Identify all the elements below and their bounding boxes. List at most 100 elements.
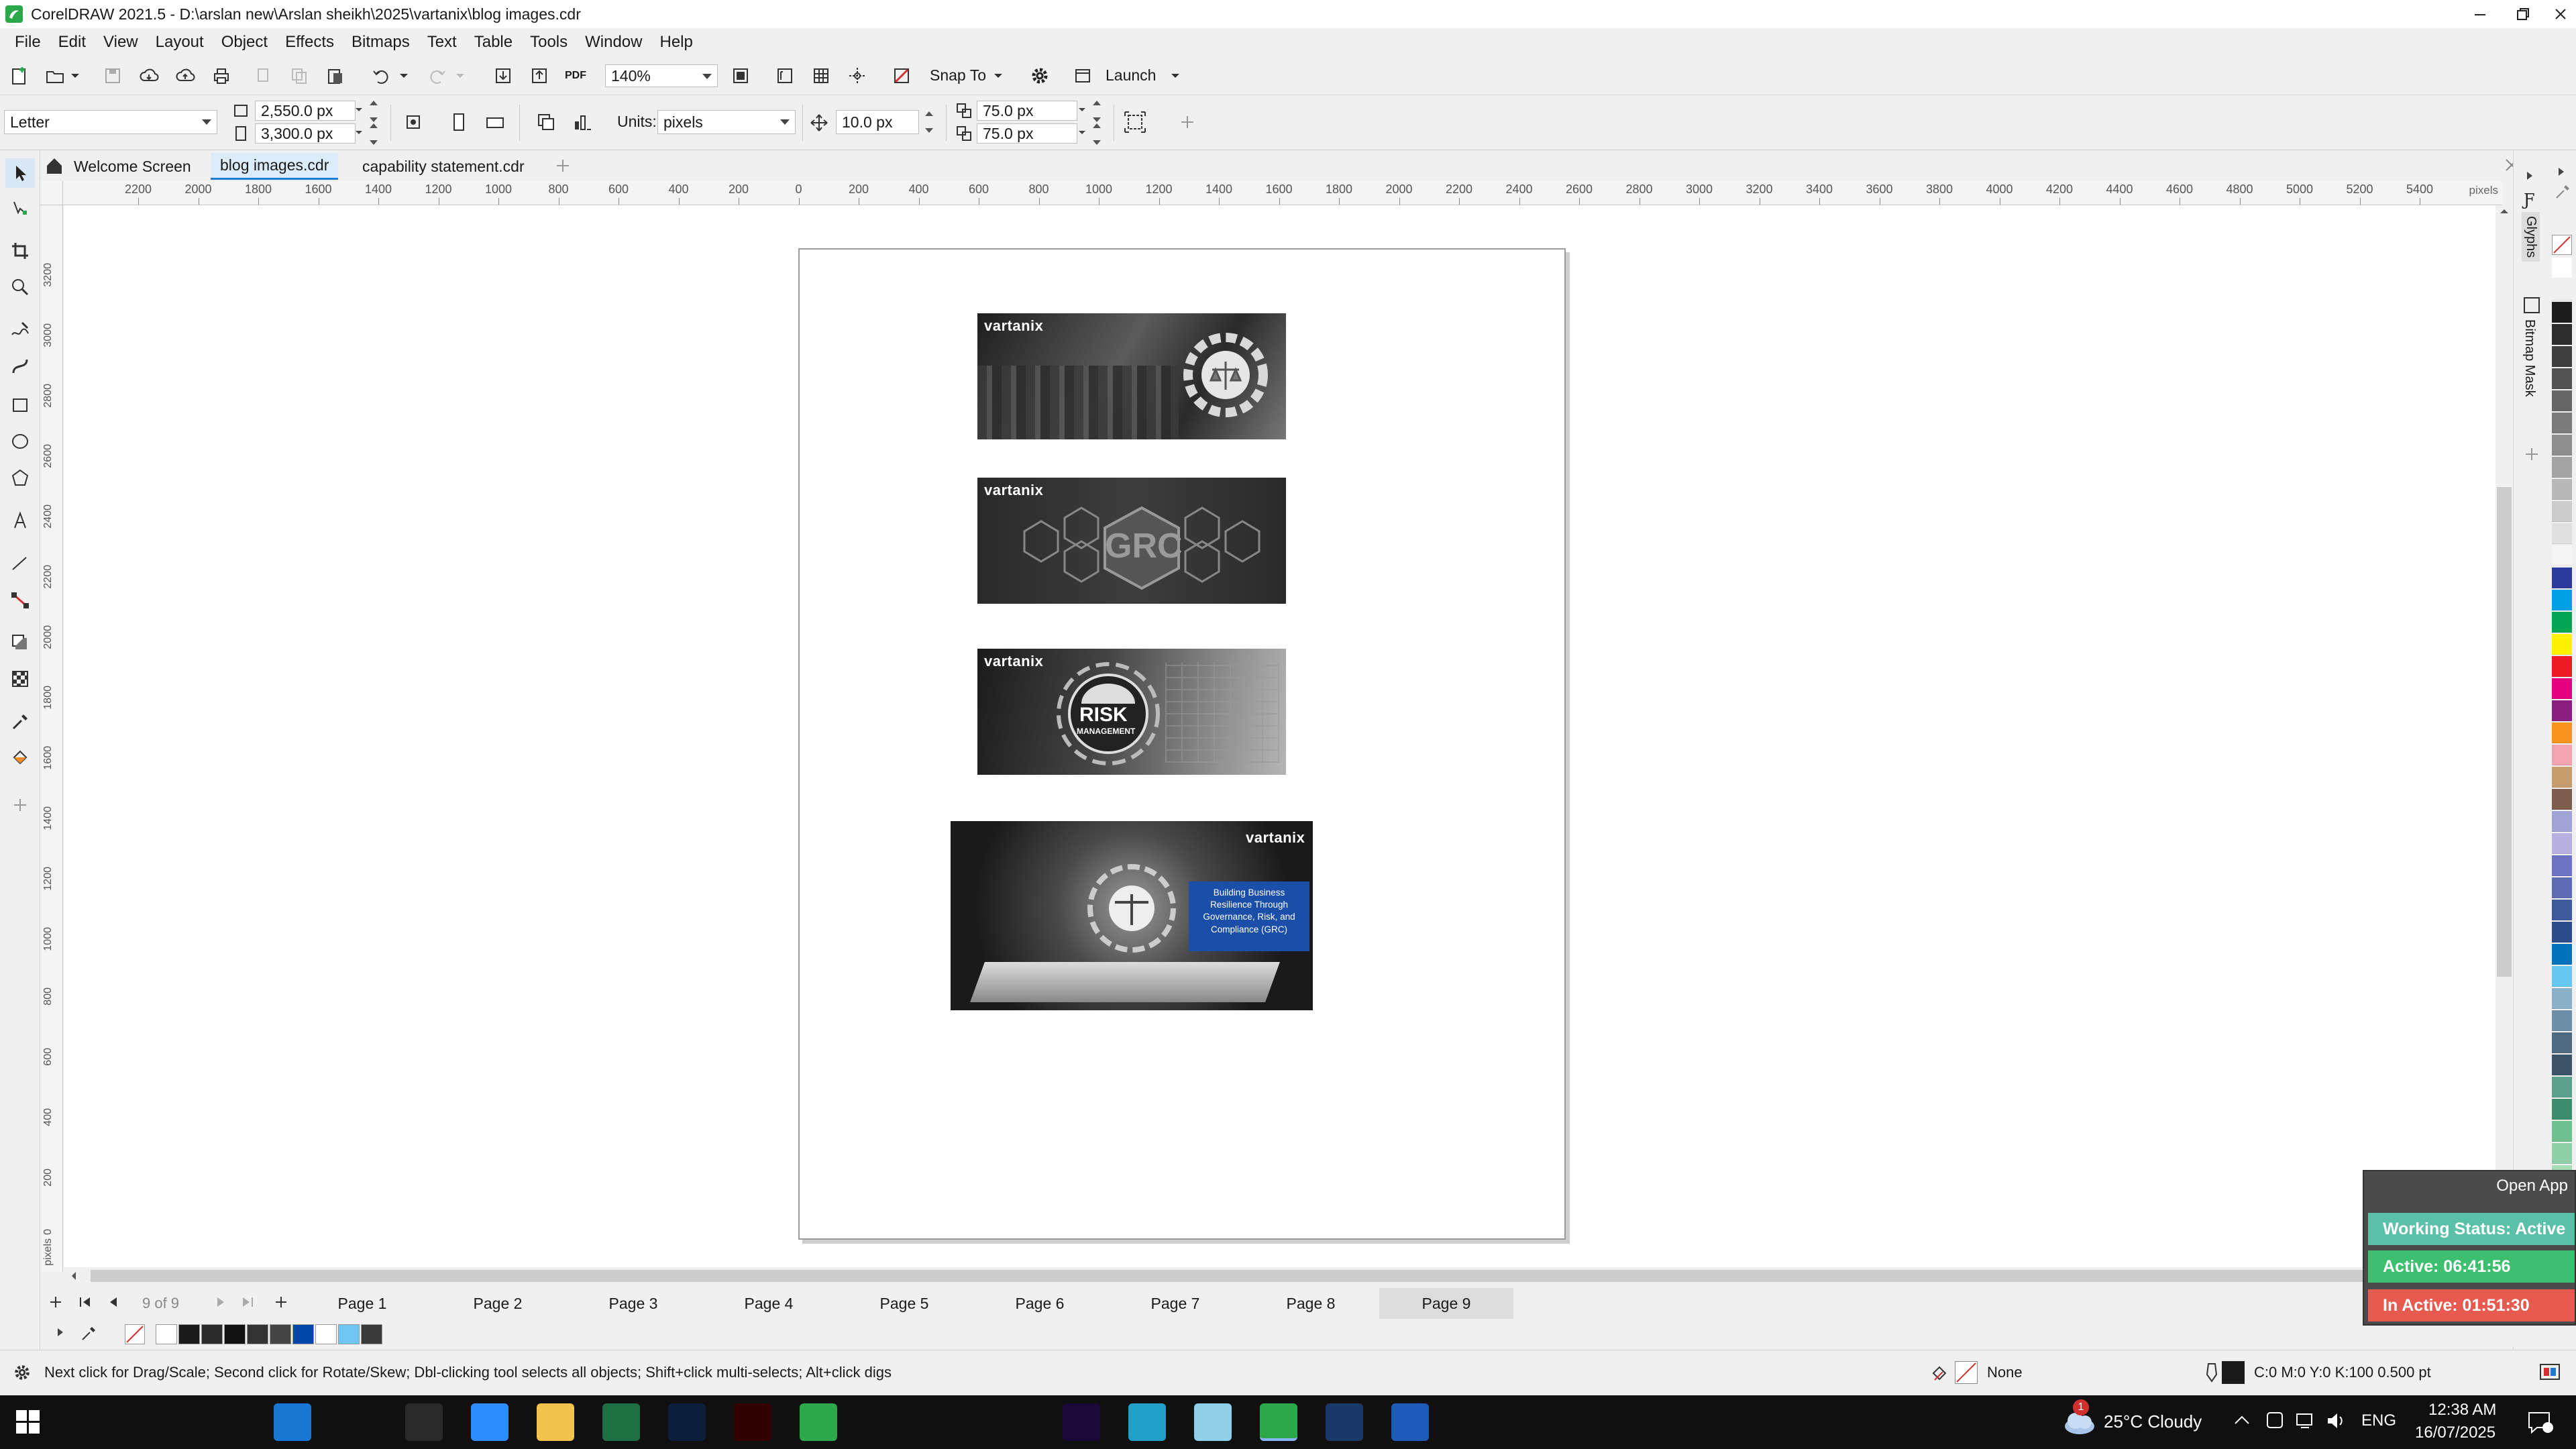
palette-swatch[interactable] — [2552, 479, 2572, 500]
windows-start-icon[interactable] — [16, 1410, 40, 1434]
eyedropper-tool-icon[interactable] — [5, 707, 35, 737]
close-button[interactable] — [2537, 0, 2576, 28]
next-page-icon[interactable] — [213, 1295, 228, 1309]
menu-edit[interactable]: Edit — [58, 28, 103, 56]
blog-image-1[interactable]: vartanix — [977, 313, 1286, 439]
add-page-after-plus-icon[interactable] — [274, 1295, 288, 1309]
palette-swatch[interactable] — [2552, 1077, 2572, 1097]
premiere-app-icon[interactable] — [1063, 1403, 1100, 1441]
status-gear-icon[interactable] — [12, 1362, 32, 1383]
zoom-app-icon[interactable] — [471, 1403, 508, 1441]
tab-welcome-screen[interactable]: Welcome Screen — [64, 153, 201, 180]
dup-y-chevron-down-icon[interactable] — [1075, 122, 1089, 144]
palette-eyedropper-icon[interactable] — [2555, 184, 2571, 200]
scroll-left-icon[interactable] — [70, 1271, 77, 1281]
page-tab-5[interactable]: Page 5 — [837, 1288, 971, 1319]
notifications-icon[interactable] — [2526, 1410, 2553, 1434]
minimize-button[interactable] — [2457, 0, 2504, 28]
palette-swatch[interactable] — [2552, 390, 2572, 411]
full-screen-preview-icon[interactable] — [770, 61, 800, 91]
ellipse-tool-icon[interactable] — [5, 427, 35, 456]
menu-tools[interactable]: Tools — [530, 28, 585, 56]
color-proof-icon[interactable] — [2538, 1361, 2561, 1384]
transparency-tool-icon[interactable] — [5, 664, 35, 694]
palette-swatch[interactable] — [2552, 1143, 2572, 1164]
vertical-ruler[interactable]: 3200 3000 2800 2600 2400 2200 2000 1800 1600 1400… — [40, 205, 63, 1272]
explorer-app-icon[interactable] — [537, 1403, 574, 1441]
palette-swatch[interactable] — [2552, 789, 2572, 810]
add-tool-plus-icon[interactable] — [5, 790, 35, 820]
bitmap-mask-icon[interactable] — [2522, 295, 2542, 315]
palette-swatch[interactable] — [2552, 612, 2572, 633]
palette-swatch[interactable] — [2552, 634, 2572, 655]
tray-pen-icon[interactable] — [2265, 1410, 2285, 1432]
launch-icon[interactable] — [1068, 61, 1097, 91]
add-docker-plus-icon[interactable] — [2523, 445, 2540, 463]
options-gear-icon[interactable] — [1025, 61, 1055, 91]
tab-capability-statement[interactable]: capability statement.cdr — [353, 153, 534, 180]
menu-table[interactable]: Table — [474, 28, 530, 56]
palette-swatch[interactable] — [2552, 811, 2572, 832]
drop-shadow-tool-icon[interactable] — [5, 628, 35, 657]
portrait-icon[interactable] — [444, 107, 474, 137]
unknown2-app-icon[interactable] — [1194, 1403, 1232, 1441]
scroll-up-icon[interactable] — [2500, 208, 2509, 215]
height-spinner[interactable] — [366, 123, 381, 145]
excel-app-icon[interactable] — [602, 1403, 640, 1441]
outline-pen-icon[interactable] — [2203, 1361, 2220, 1384]
palette-swatch[interactable] — [2552, 1010, 2572, 1031]
palette-swatch[interactable] — [2552, 1032, 2572, 1053]
redo-chevron-down-icon[interactable] — [452, 61, 468, 91]
show-guidelines-icon[interactable] — [843, 61, 872, 91]
illustrator-app-icon[interactable] — [734, 1403, 771, 1441]
duplicate-y-field[interactable]: 75.0 px — [977, 123, 1077, 144]
docker-tab-bitmap-mask[interactable]: Bitmap Mask — [2522, 319, 2537, 397]
add-plus-icon[interactable] — [1173, 107, 1202, 137]
blog-image-2[interactable]: GRC vartanix — [977, 478, 1286, 604]
nudge-distance-field[interactable]: 10.0 px — [836, 110, 919, 134]
palette-swatch[interactable] — [2552, 590, 2572, 610]
page-tab-7[interactable]: Page 7 — [1108, 1288, 1242, 1319]
interactive-fill-tool-icon[interactable] — [5, 743, 35, 773]
no-color-swatch[interactable] — [2552, 235, 2572, 255]
previous-page-icon[interactable] — [106, 1295, 121, 1309]
import-icon[interactable] — [488, 61, 518, 91]
pages-size-link-icon[interactable] — [398, 107, 428, 137]
docker-expand-chevron-icon[interactable] — [2526, 170, 2534, 181]
page-tab-4[interactable]: Page 4 — [702, 1288, 836, 1319]
word-app-icon[interactable] — [1391, 1403, 1429, 1441]
paste-icon[interactable] — [321, 61, 350, 91]
palette-swatch[interactable] — [2552, 700, 2572, 721]
snap-off-icon[interactable] — [887, 61, 916, 91]
menu-object[interactable]: Object — [221, 28, 285, 56]
text-tool-icon[interactable] — [5, 506, 35, 535]
palette-swatch[interactable] — [2552, 501, 2572, 522]
ruler-origin[interactable] — [40, 181, 63, 205]
pen-app-icon[interactable] — [339, 1403, 377, 1441]
palette-swatch[interactable] — [2552, 1121, 2572, 1142]
rectangle-tool-icon[interactable] — [5, 390, 35, 420]
launch-label[interactable]: Launch — [1106, 66, 1156, 85]
menu-text[interactable]: Text — [427, 28, 474, 56]
palette-swatch[interactable] — [2552, 545, 2572, 566]
menu-effects[interactable]: Effects — [285, 28, 352, 56]
polygon-tool-icon[interactable] — [5, 463, 35, 492]
height-chevron-down-icon[interactable] — [352, 122, 366, 144]
document-palette-swatch[interactable] — [292, 1324, 314, 1344]
volume-icon[interactable] — [2325, 1410, 2348, 1432]
landscape-icon[interactable] — [480, 107, 510, 137]
clock-time[interactable]: 12:38 AM — [2428, 1401, 2496, 1419]
palette-swatch[interactable] — [2552, 324, 2572, 345]
terminal-app-icon[interactable] — [405, 1403, 443, 1441]
document-palette-swatch[interactable] — [315, 1324, 337, 1344]
palette-swatch[interactable] — [2552, 745, 2572, 765]
menu-file[interactable]: File — [15, 28, 58, 56]
cloud-upload-icon[interactable] — [170, 61, 200, 91]
weather-text[interactable]: 25°C Cloudy — [2104, 1411, 2202, 1432]
tab-blog-images[interactable]: blog images.cdr — [211, 153, 339, 180]
palette-swatch[interactable] — [2552, 833, 2572, 854]
new-tab-plus-icon[interactable] — [554, 157, 572, 174]
palette-swatch[interactable] — [2552, 346, 2572, 367]
document-palette-swatch[interactable] — [361, 1324, 382, 1344]
doc-palette-expand-chevron-icon[interactable] — [56, 1327, 64, 1338]
